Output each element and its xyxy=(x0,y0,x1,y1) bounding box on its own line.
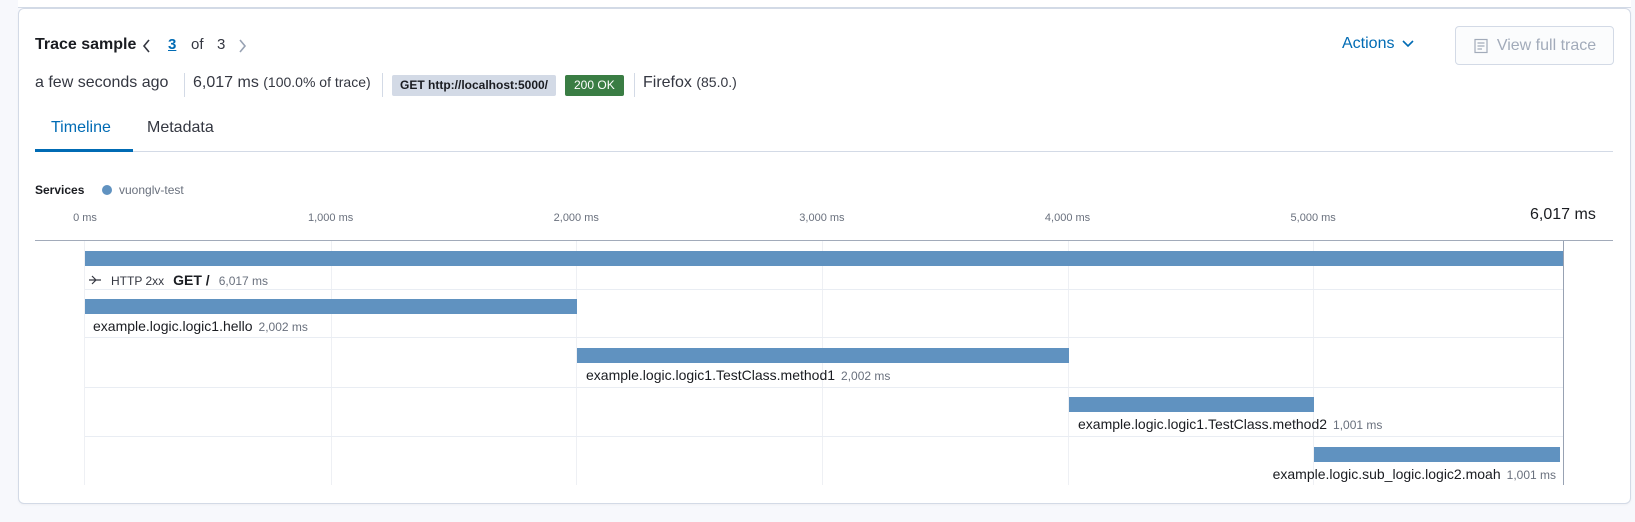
gridline xyxy=(1067,241,1069,485)
gridline xyxy=(821,241,823,485)
axis-tick-label: 0 ms xyxy=(73,212,97,224)
row-divider xyxy=(85,387,1563,388)
active-tab-indicator xyxy=(35,149,133,152)
request-badge: GET http://localhost:5000/ xyxy=(392,75,557,96)
transaction-bar[interactable] xyxy=(85,251,1563,266)
axis-tick-label: 5,000 ms xyxy=(1290,212,1336,224)
trace-sample-title: Trace sample xyxy=(35,36,137,53)
row-divider xyxy=(85,337,1563,338)
status-badge: 200 OK xyxy=(565,75,624,96)
span-label[interactable]: example.logic.logic1.TestClass.method1 2… xyxy=(586,367,890,383)
trace-timestamp: a few seconds ago xyxy=(35,74,169,91)
span-label[interactable]: example.logic.logic1.hello 2,002 ms xyxy=(93,318,308,334)
actions-label: Actions xyxy=(1342,35,1395,52)
axis-tick-label: 2,000 ms xyxy=(553,212,599,224)
axis-line xyxy=(35,240,1613,241)
tab-metadata[interactable]: Metadata xyxy=(147,119,214,137)
next-page-button[interactable] xyxy=(233,35,251,57)
page-current[interactable]: 3 xyxy=(168,36,176,53)
actions-menu-button[interactable]: Actions xyxy=(1342,35,1415,53)
timeline-start-line xyxy=(84,241,85,485)
duration-percent: (100.0% of trace) xyxy=(263,74,371,90)
timeline-end-line xyxy=(1563,241,1564,485)
previous-panel-edge xyxy=(18,0,1631,8)
browser-version: (85.0.) xyxy=(696,74,737,90)
services-label: Services xyxy=(35,183,85,197)
chevron-left-icon xyxy=(142,39,150,53)
transaction-duration: 6,017 ms xyxy=(218,274,269,288)
tabs-divider xyxy=(35,151,1613,152)
page-of-label: of xyxy=(191,36,204,53)
axis-tick-label: 3,000 ms xyxy=(799,212,845,224)
span-label[interactable]: example.logic.sub_logic.logic2.moah 1,00… xyxy=(1273,466,1556,482)
span-bar[interactable] xyxy=(85,299,577,314)
transaction-label[interactable]: HTTP 2xx GET / 6,017 ms xyxy=(88,272,268,288)
span-bar[interactable] xyxy=(1314,447,1561,462)
span-duration: 1,001 ms xyxy=(1506,468,1556,482)
row-divider xyxy=(85,436,1563,437)
span-duration: 2,002 ms xyxy=(841,369,891,383)
span-bar[interactable] xyxy=(576,348,1069,363)
span-name: example.logic.logic1.hello xyxy=(93,318,253,334)
prev-page-button[interactable] xyxy=(137,35,155,57)
span-name: example.logic.logic1.TestClass.method2 xyxy=(1078,416,1328,432)
page-total: 3 xyxy=(217,36,226,53)
span-label[interactable]: example.logic.logic1.TestClass.method2 1… xyxy=(1078,416,1382,432)
axis-tick-label: 4,000 ms xyxy=(1044,212,1091,224)
gridline xyxy=(330,241,332,485)
transaction-name: GET / xyxy=(173,272,210,288)
merge-icon xyxy=(89,275,101,285)
service-legend-item[interactable]: vuonglv-test xyxy=(119,183,184,197)
view-full-trace-label: View full trace xyxy=(1496,36,1597,54)
browser-name: Firefox xyxy=(643,74,692,91)
divider xyxy=(382,73,383,97)
divider xyxy=(634,73,635,97)
axis-tick-label: 1,000 ms xyxy=(308,212,354,224)
chevron-right-icon xyxy=(238,39,246,53)
span-name: example.logic.logic1.TestClass.method1 xyxy=(586,367,836,383)
span-duration: 2,002 ms xyxy=(258,320,308,334)
view-full-trace-button[interactable]: View full trace xyxy=(1455,26,1614,65)
duration-value: 6,017 ms xyxy=(193,74,259,91)
transaction-type: HTTP 2xx xyxy=(111,274,165,288)
divider xyxy=(184,73,185,97)
trace-duration: 6,017 ms (100.0% of trace) xyxy=(193,74,371,92)
chevron-down-icon xyxy=(1402,40,1415,48)
gridline xyxy=(576,241,578,485)
span-duration: 1,001 ms xyxy=(1333,418,1383,432)
span-name: example.logic.sub_logic.logic2.moah xyxy=(1272,466,1501,482)
tab-timeline[interactable]: Timeline xyxy=(51,119,111,137)
document-icon xyxy=(1474,38,1488,53)
user-agent: Firefox (85.0.) xyxy=(643,74,737,92)
span-bar[interactable] xyxy=(1068,397,1315,412)
row-divider xyxy=(85,289,1563,290)
timeline-end-label: 6,017 ms xyxy=(1530,206,1596,223)
service-color-dot xyxy=(102,185,112,195)
